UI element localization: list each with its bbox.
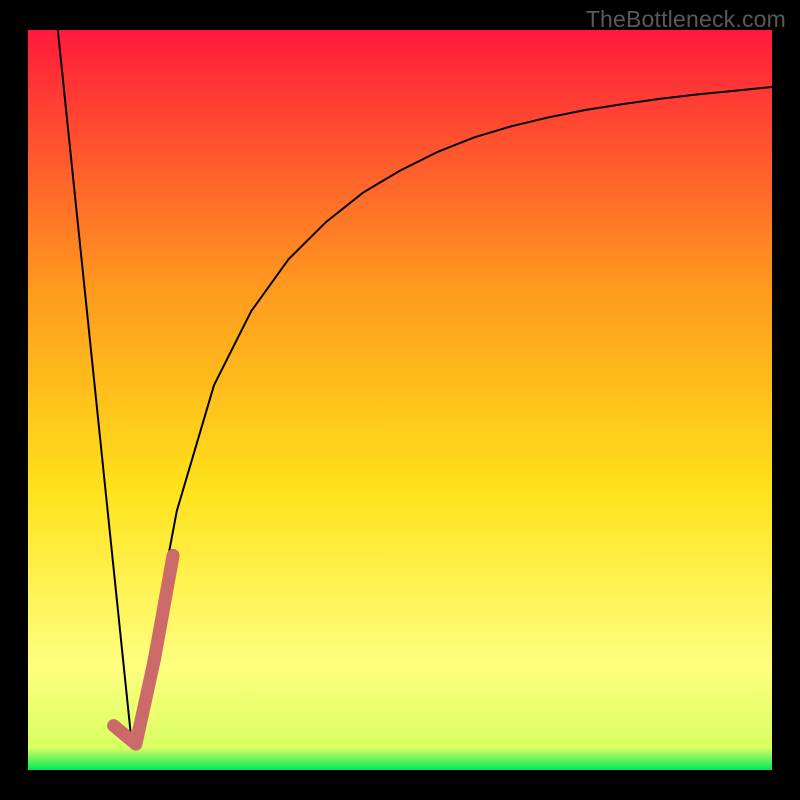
watermark-text: TheBottleneck.com — [586, 6, 786, 33]
chart-plot-area — [28, 30, 772, 770]
gradient-background — [28, 30, 772, 770]
chart-frame: TheBottleneck.com — [0, 0, 800, 800]
chart-svg — [28, 30, 772, 770]
